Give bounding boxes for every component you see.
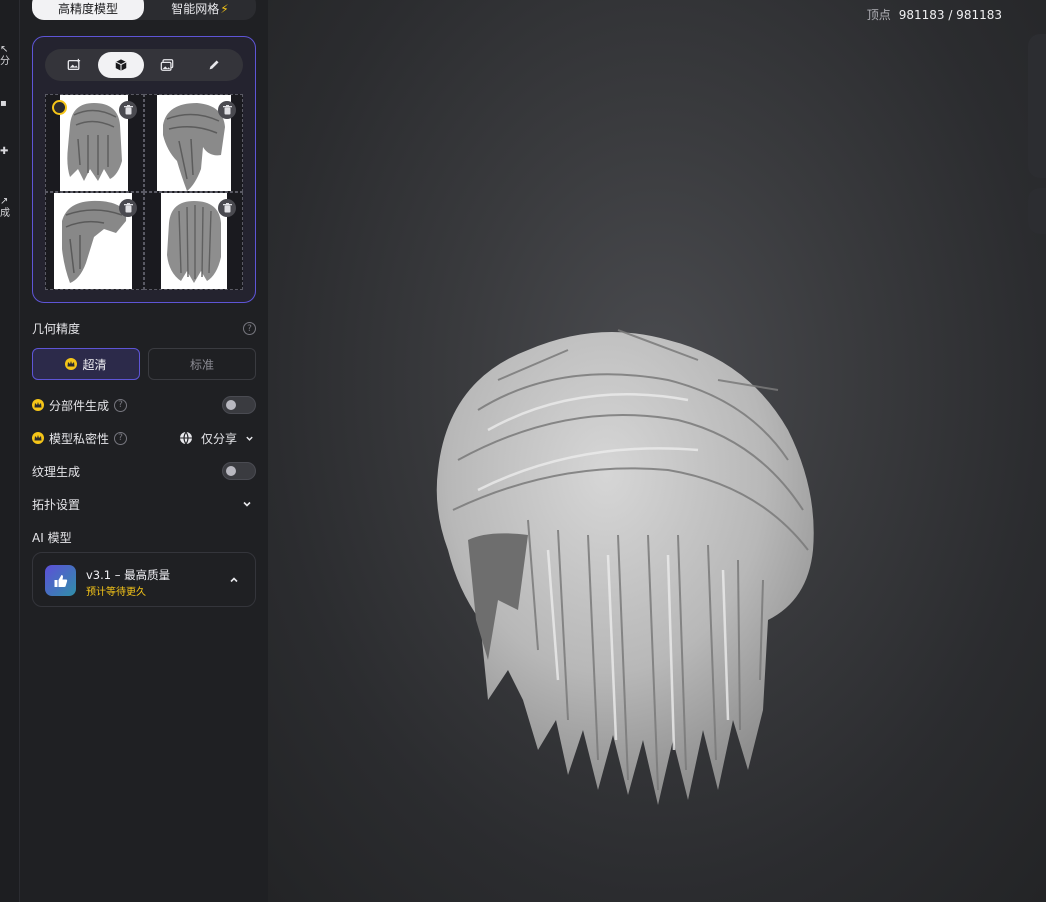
crown-icon bbox=[32, 399, 44, 411]
image-add-icon bbox=[67, 58, 81, 71]
input-mode-toolbar bbox=[45, 49, 243, 81]
ai-model-row: AI 模型 bbox=[32, 528, 256, 546]
viewport-toolbar[interactable] bbox=[1028, 34, 1046, 178]
model-privacy-row: 模型私密性 ? 仅分享 bbox=[32, 429, 256, 447]
arrow-icon: ↖ bbox=[0, 44, 9, 55]
thumbnail-angle[interactable] bbox=[45, 192, 144, 290]
lightning-icon: ⚡ bbox=[220, 2, 229, 16]
nav-item-2[interactable]: ▪ bbox=[0, 98, 20, 110]
thumbnail-back[interactable] bbox=[144, 192, 243, 290]
vertex-count: 顶点 981183 / 981183 bbox=[866, 8, 1002, 22]
nav-item-generate[interactable]: ↗ 成 bbox=[0, 196, 20, 220]
ai-model-selector[interactable]: v3.1 – 最高质量 预计等待更久 bbox=[32, 552, 256, 607]
crown-icon bbox=[65, 358, 78, 370]
3d-viewport[interactable]: 顶点 981183 / 981183 bbox=[268, 0, 1046, 902]
standard-precision-button[interactable]: 标准 bbox=[148, 348, 256, 380]
hair-3d-model bbox=[436, 329, 814, 805]
vertex-count-value: 981183 / 981183 bbox=[898, 8, 1002, 22]
topology-settings-label: 拓扑设置 bbox=[32, 497, 81, 512]
tab-high-precision[interactable]: 高精度模型 bbox=[32, 0, 144, 20]
trash-icon bbox=[222, 203, 232, 213]
globe-icon bbox=[179, 431, 192, 445]
help-icon[interactable]: ? bbox=[243, 322, 256, 335]
geometry-precision-label: 几何精度 bbox=[32, 322, 81, 336]
delete-thumbnail-button[interactable] bbox=[218, 199, 236, 217]
toggle-knob bbox=[226, 400, 236, 410]
thumbs-up-icon bbox=[45, 565, 76, 596]
thumbnail-front[interactable] bbox=[45, 94, 144, 192]
tab-smart-mesh[interactable]: 智能网格⚡ bbox=[144, 0, 256, 20]
model-name: v3.1 – 最高质量 bbox=[86, 568, 171, 582]
dot-icon: ▪ bbox=[0, 98, 7, 109]
thumbnail-side[interactable] bbox=[144, 94, 243, 192]
part-generation-toggle[interactable] bbox=[222, 396, 256, 414]
part-generation-row: 分部件生成 ? bbox=[32, 396, 256, 414]
gallery-button[interactable] bbox=[144, 52, 191, 78]
chevron-up-icon bbox=[230, 577, 238, 583]
edit-button[interactable] bbox=[191, 52, 238, 78]
privacy-dropdown[interactable]: 仅分享 bbox=[179, 430, 254, 447]
geometry-precision-row: 几何精度 ? bbox=[32, 320, 256, 337]
cube-button[interactable] bbox=[97, 52, 144, 78]
gallery-icon bbox=[160, 59, 174, 71]
trash-icon bbox=[123, 105, 133, 115]
left-nav-strip: ↖ 分 ▪ ✚ ↗ 成 bbox=[0, 0, 20, 902]
thumbnail-grid bbox=[45, 94, 243, 290]
help-icon[interactable]: ? bbox=[114, 398, 128, 412]
trash-icon bbox=[222, 105, 232, 115]
ultra-precision-button[interactable]: 超清 bbox=[32, 348, 140, 380]
delete-thumbnail-button[interactable] bbox=[119, 199, 137, 217]
hair-front-drawing bbox=[67, 103, 122, 181]
hair-front-image bbox=[60, 95, 128, 191]
help-icon[interactable]: ? bbox=[114, 431, 128, 445]
body-icon: ✚ bbox=[0, 146, 9, 157]
image-add-button[interactable] bbox=[51, 52, 98, 78]
texture-generation-toggle[interactable] bbox=[222, 462, 256, 480]
topology-settings-row[interactable]: 拓扑设置 bbox=[32, 495, 256, 513]
chevron-down-icon bbox=[246, 436, 253, 441]
trash-icon bbox=[123, 203, 133, 213]
settings-sidebar: 高精度模型 智能网格⚡ 几何精度 ? 超清 标准 分部件生成 ? 模型私密性 ?… bbox=[20, 0, 268, 902]
part-generation-label: 分部件生成 bbox=[49, 398, 110, 413]
toggle-knob bbox=[226, 466, 236, 476]
wand-icon: ↗ bbox=[0, 196, 9, 207]
input-image-panel bbox=[32, 36, 256, 303]
cube-icon bbox=[115, 59, 127, 71]
mode-tabs: 高精度模型 智能网格⚡ bbox=[32, 0, 256, 20]
pencil-icon bbox=[209, 60, 219, 70]
nav-item-parts[interactable]: ↖ 分 bbox=[0, 44, 20, 68]
crown-badge-icon bbox=[52, 100, 67, 115]
viewport-tool-button[interactable] bbox=[1028, 188, 1046, 234]
precision-selector: 超清 标准 bbox=[32, 348, 256, 380]
ai-model-label: AI 模型 bbox=[32, 530, 72, 545]
model-wait-note: 预计等待更久 bbox=[86, 587, 146, 598]
crown-icon bbox=[32, 432, 44, 444]
chevron-down-icon bbox=[243, 501, 251, 507]
nav-item-3[interactable]: ✚ bbox=[0, 146, 20, 158]
texture-generation-row: 纹理生成 bbox=[32, 462, 256, 480]
delete-thumbnail-button[interactable] bbox=[218, 101, 236, 119]
delete-thumbnail-button[interactable] bbox=[119, 101, 137, 119]
texture-generation-label: 纹理生成 bbox=[32, 464, 81, 479]
model-privacy-label: 模型私密性 bbox=[49, 431, 110, 446]
